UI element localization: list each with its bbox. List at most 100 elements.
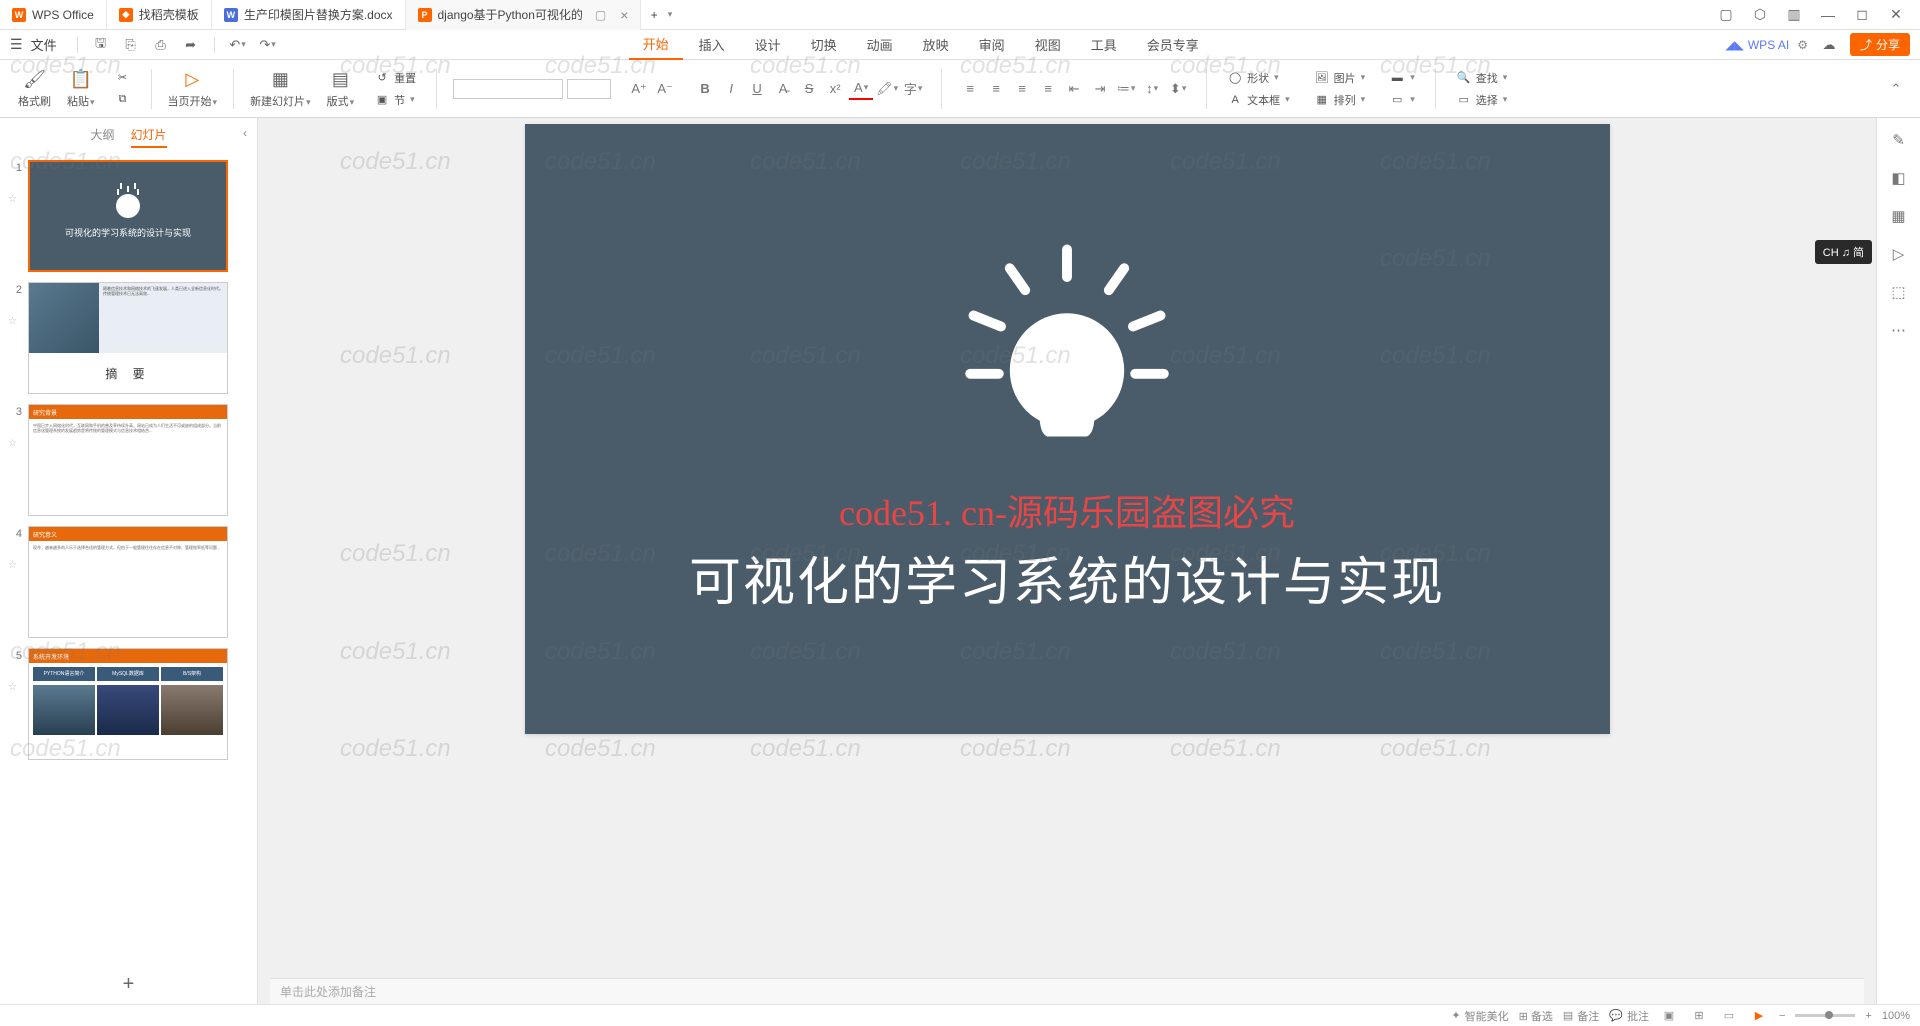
minimize-button[interactable]: — <box>1814 3 1842 27</box>
tab-view[interactable]: 视图 <box>1021 30 1075 60</box>
align-center-icon[interactable]: ≡ <box>984 78 1008 100</box>
thumbnail-1[interactable]: 可视化的学习系统的设计与实现 <box>28 160 228 272</box>
shape-button[interactable]: ◯形状▾ <box>1223 68 1294 88</box>
star-icon[interactable]: ☆ <box>8 540 20 571</box>
star-icon[interactable]: ☆ <box>8 296 20 327</box>
notes-toggle[interactable]: ▤备注 <box>1563 1008 1599 1024</box>
tab-insert[interactable]: 插入 <box>685 30 739 60</box>
redo-button[interactable]: ↷▾ <box>257 34 279 56</box>
notebook-icon[interactable]: ▥ <box>1780 3 1808 27</box>
beautify-button[interactable]: ✦智能美化 <box>1451 1008 1508 1024</box>
text-direction-icon[interactable]: ⬍▾ <box>1166 78 1190 100</box>
new-slide-button[interactable]: ▦ 新建幻灯片▾ <box>250 69 311 109</box>
bullet-list-icon[interactable]: ≔▾ <box>1114 78 1138 100</box>
thumbnail-5[interactable]: 系统开发环境 PYTHON语言简介 MySQL数据库 B/S架构 <box>28 648 228 760</box>
zoom-slider[interactable] <box>1795 1014 1855 1017</box>
package-icon[interactable]: ⬡ <box>1746 3 1774 27</box>
tab-animation[interactable]: 动画 <box>853 30 907 60</box>
tab-design[interactable]: 设计 <box>741 30 795 60</box>
line-spacing-icon[interactable]: ↕▾ <box>1140 78 1164 100</box>
maximize-button[interactable]: ◻ <box>1848 3 1876 27</box>
font-size-select[interactable] <box>567 79 611 99</box>
tab-review[interactable]: 审阅 <box>965 30 1019 60</box>
format-painter-button[interactable]: 🖌 格式刷 <box>18 69 51 109</box>
tab-transition[interactable]: 切换 <box>797 30 851 60</box>
thumbnail-2[interactable]: 随着信息技术和网络技术的飞速发展，人类已进入全新信息化时代。传统管理技术已无法高… <box>28 282 228 394</box>
hamburger-icon[interactable]: ☰ <box>10 36 23 53</box>
star-icon[interactable]: ☆ <box>8 662 20 693</box>
zoom-value[interactable]: 100% <box>1882 1010 1910 1022</box>
normal-view-icon[interactable]: ▣ <box>1659 1008 1679 1024</box>
close-tab-icon[interactable]: × <box>620 7 628 23</box>
collapse-panel-icon[interactable]: ‹ <box>243 126 247 140</box>
export-icon[interactable]: ➦ <box>180 34 202 56</box>
reset-button[interactable]: ↺重置 <box>370 68 420 88</box>
transition-icon[interactable]: ▷ <box>1885 240 1913 268</box>
picture-button[interactable]: 🖼图片▾ <box>1310 68 1370 88</box>
template-icon[interactable]: ▦ <box>1885 202 1913 230</box>
print-icon[interactable]: ⎙ <box>150 34 172 56</box>
save-icon[interactable]: 🖫 <box>90 34 112 56</box>
zoom-in-button[interactable]: + <box>1865 1010 1871 1022</box>
fullscreen-tab-icon[interactable]: ▢ <box>595 8 606 22</box>
zoom-out-button[interactable]: − <box>1779 1010 1785 1022</box>
notes-bar[interactable]: 单击此处添加备注 <box>270 978 1864 1004</box>
wps-ai-button[interactable]: ◢◣ WPS AI ⚙ <box>1725 38 1808 52</box>
indent-decrease-icon[interactable]: ⇤ <box>1062 78 1086 100</box>
star-icon[interactable]: ☆ <box>8 418 20 449</box>
underline-icon[interactable]: U <box>745 78 769 100</box>
sorter-view-icon[interactable]: ⊞ <box>1689 1008 1709 1024</box>
tab-tools[interactable]: 工具 <box>1077 30 1131 60</box>
reading-view-icon[interactable]: ▭ <box>1719 1008 1739 1024</box>
slide-canvas[interactable]: code51. cn-源码乐园盗图必究 可视化的学习系统的设计与实现 <box>525 124 1610 734</box>
arrange-button[interactable]: ▦排列▾ <box>1310 90 1370 110</box>
superscript-icon[interactable]: x² <box>823 78 847 100</box>
from-current-button[interactable]: ▷ 当页开始▾ <box>168 69 218 109</box>
workspace-icon[interactable]: ▢ <box>1712 3 1740 27</box>
increase-font-icon[interactable]: A⁺ <box>627 78 651 100</box>
font-color-icon[interactable]: A▾ <box>849 78 873 100</box>
app-tab-template[interactable]: ◆ 找稻壳模板 <box>107 0 212 30</box>
highlight-icon[interactable]: 🖍▾ <box>875 78 899 100</box>
more-icon[interactable]: ⋯ <box>1885 316 1913 344</box>
add-tab-button[interactable]: + ▾ <box>641 0 681 30</box>
border-button[interactable]: ▭▾ <box>1385 90 1419 110</box>
object-icon[interactable]: ⬚ <box>1885 278 1913 306</box>
find-button[interactable]: 🔍查找▾ <box>1452 68 1512 88</box>
tab-start[interactable]: 开始 <box>629 30 683 60</box>
outline-tab[interactable]: 大纲 <box>90 126 114 148</box>
star-icon[interactable]: ☆ <box>8 174 20 205</box>
share-button[interactable]: ⤴ 分享 <box>1850 33 1910 56</box>
align-right-icon[interactable]: ≡ <box>1010 78 1034 100</box>
undo-button[interactable]: ↶▾ <box>227 34 249 56</box>
section-button[interactable]: ▣节▾ <box>370 90 420 110</box>
app-tab-wps[interactable]: W WPS Office <box>0 0 107 30</box>
edit-icon[interactable]: ✎ <box>1885 126 1913 154</box>
thumbnail-4[interactable]: 研究意义 现今，越来越多的人乐于选择合适的管理方式，但由于一般管理往往存在信息不… <box>28 526 228 638</box>
align-justify-icon[interactable]: ≡ <box>1036 78 1060 100</box>
textbox-button[interactable]: A文本框▾ <box>1223 90 1294 110</box>
close-window-button[interactable]: ✕ <box>1882 3 1910 27</box>
tab-member[interactable]: 会员专享 <box>1133 30 1213 60</box>
strike-icon[interactable]: A̵ <box>771 78 795 100</box>
bold-icon[interactable]: B <box>693 78 717 100</box>
cloud-icon[interactable]: ☁ <box>1818 34 1840 56</box>
slides-tab[interactable]: 幻灯片 <box>131 126 167 148</box>
layout-button[interactable]: ▤ 版式▾ <box>327 69 355 109</box>
italic-icon[interactable]: I <box>719 78 743 100</box>
char-format-icon[interactable]: 字▾ <box>901 78 925 100</box>
cut-button[interactable]: ✂ <box>111 68 135 88</box>
settings-icon[interactable]: ⚙ <box>1797 38 1808 52</box>
app-tab-ppt[interactable]: P django基于Python可视化的 ▢ × <box>406 0 642 30</box>
collapse-ribbon-icon[interactable]: ⌃ <box>1884 78 1908 100</box>
decrease-font-icon[interactable]: A⁻ <box>653 78 677 100</box>
align-left-icon[interactable]: ≡ <box>958 78 982 100</box>
more-status-icon[interactable]: ⊞ 备选 <box>1519 1008 1553 1024</box>
print-preview-icon[interactable]: ⎘ <box>120 34 142 56</box>
add-slide-button[interactable]: + <box>0 965 257 1004</box>
app-tab-doc[interactable]: W 生产印模图片替换方案.docx <box>212 0 406 30</box>
paste-button[interactable]: 📋 粘贴▾ <box>67 69 95 109</box>
file-menu[interactable]: 文件 <box>31 35 57 54</box>
tab-slideshow[interactable]: 放映 <box>909 30 963 60</box>
thumbnail-3[interactable]: 研究背景 中国已步入网络化时代，互联网和手机的普及率持续升高，网站已成为人们生活… <box>28 404 228 516</box>
